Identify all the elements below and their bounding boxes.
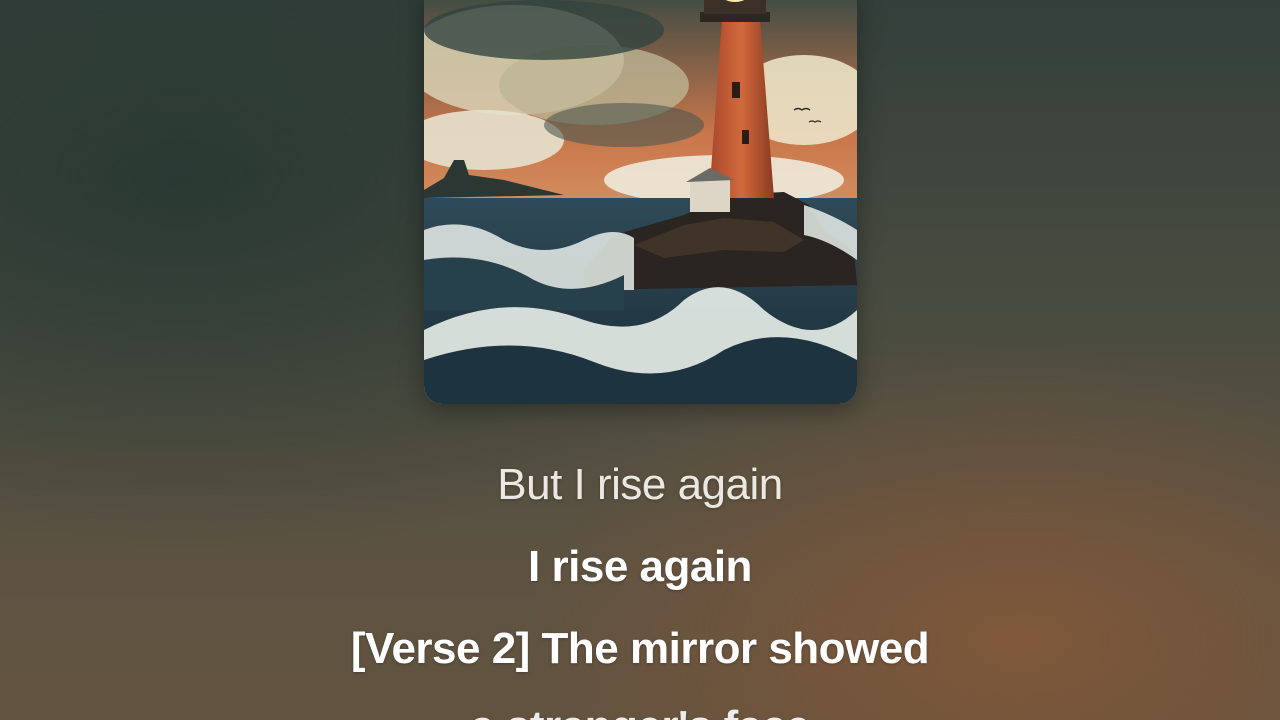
lyric-line-next[interactable]: [Verse 2] The mirror showed [0,624,1280,674]
lyric-line-current[interactable]: I rise again [0,542,1280,592]
album-artwork [424,0,857,404]
lyric-line-upcoming[interactable]: a stranger's face [0,702,1280,720]
lighthouse-artwork-image [424,0,857,404]
lyric-line-previous[interactable]: But I rise again [0,460,1280,510]
